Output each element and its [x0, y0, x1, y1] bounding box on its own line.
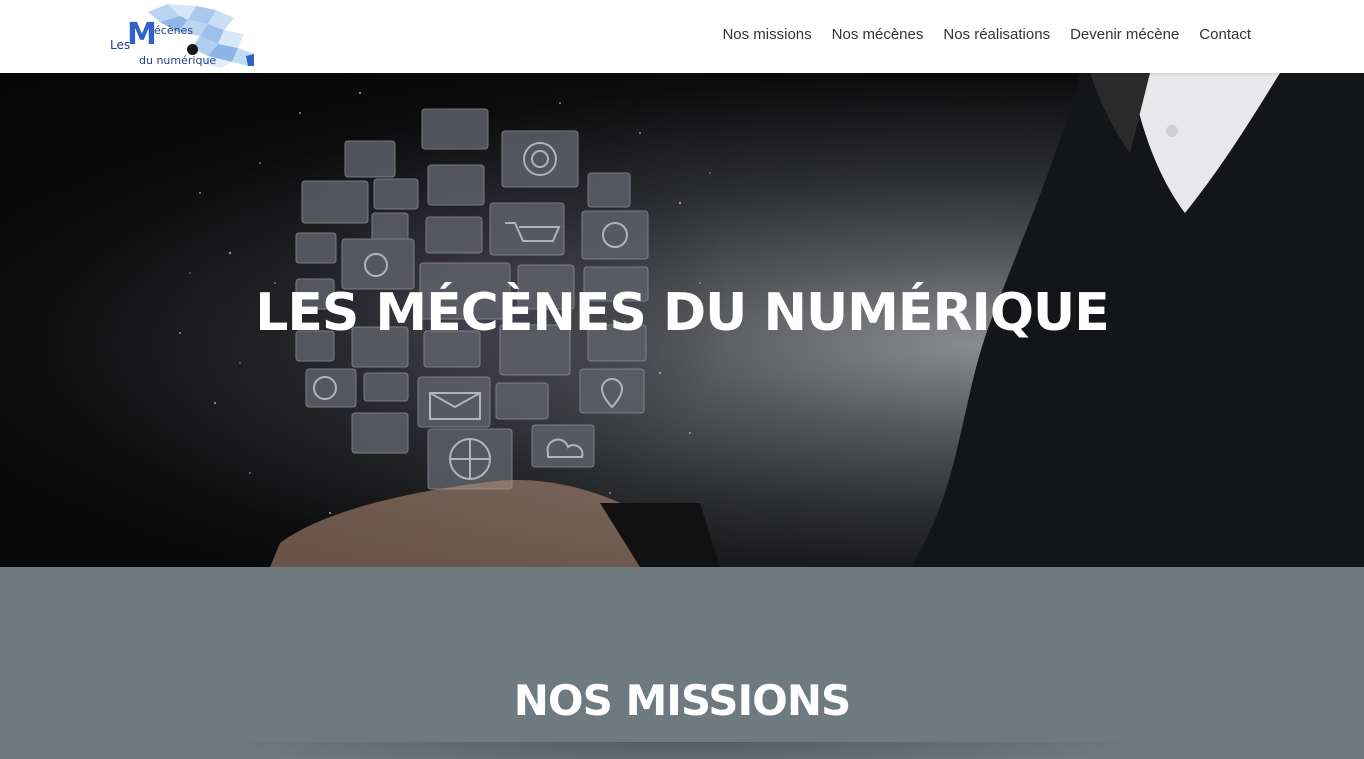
lightbulb-icon	[587, 172, 631, 208]
main-nav: Nos missions Nos mécènes Nos réalisation…	[722, 24, 1251, 46]
tv-icon	[427, 164, 485, 206]
nav-item-nos-mecenes[interactable]: Nos mécènes	[832, 24, 924, 46]
user-icon	[371, 212, 409, 242]
site-logo[interactable]: Les M écènes du numérique	[108, 4, 256, 70]
bar-chart-icon	[351, 412, 409, 454]
logo-du-numerique-text: du numérique	[139, 54, 217, 67]
section-shadow	[210, 742, 1154, 759]
nav-item-nos-missions[interactable]: Nos missions	[722, 24, 811, 46]
hero-title: LES MÉCÈNES DU NUMÉRIQUE	[255, 283, 1110, 343]
thumbs-up-icon	[495, 382, 549, 420]
nav-item-contact[interactable]: Contact	[1199, 24, 1251, 46]
nav-item-devenir-mecene[interactable]: Devenir mécène	[1070, 24, 1179, 46]
missions-title: NOS MISSIONS	[513, 676, 852, 725]
target-icon	[581, 210, 649, 260]
twitter-icon	[373, 178, 419, 210]
logo-m-letter: M	[127, 17, 157, 52]
check-icon	[295, 232, 337, 264]
video-camera-icon	[344, 140, 396, 178]
logo-ecenes-text: écènes	[154, 24, 194, 37]
nav-item-nos-realisations[interactable]: Nos réalisations	[943, 24, 1050, 46]
chat-icon	[425, 216, 483, 254]
site-header: Les M écènes du numérique Nos missions N…	[0, 0, 1364, 73]
at-sign-icon	[341, 238, 415, 290]
target-icon	[501, 130, 579, 188]
shopping-cart-icon	[489, 202, 565, 256]
hero-banner: LES MÉCÈNES DU NUMÉRIQUE	[0, 73, 1364, 567]
card-icon	[363, 372, 409, 402]
cloud-icon	[531, 424, 595, 468]
missions-section: NOS MISSIONS	[0, 567, 1364, 759]
wifi-icon	[301, 180, 369, 224]
camera-icon	[421, 108, 489, 150]
